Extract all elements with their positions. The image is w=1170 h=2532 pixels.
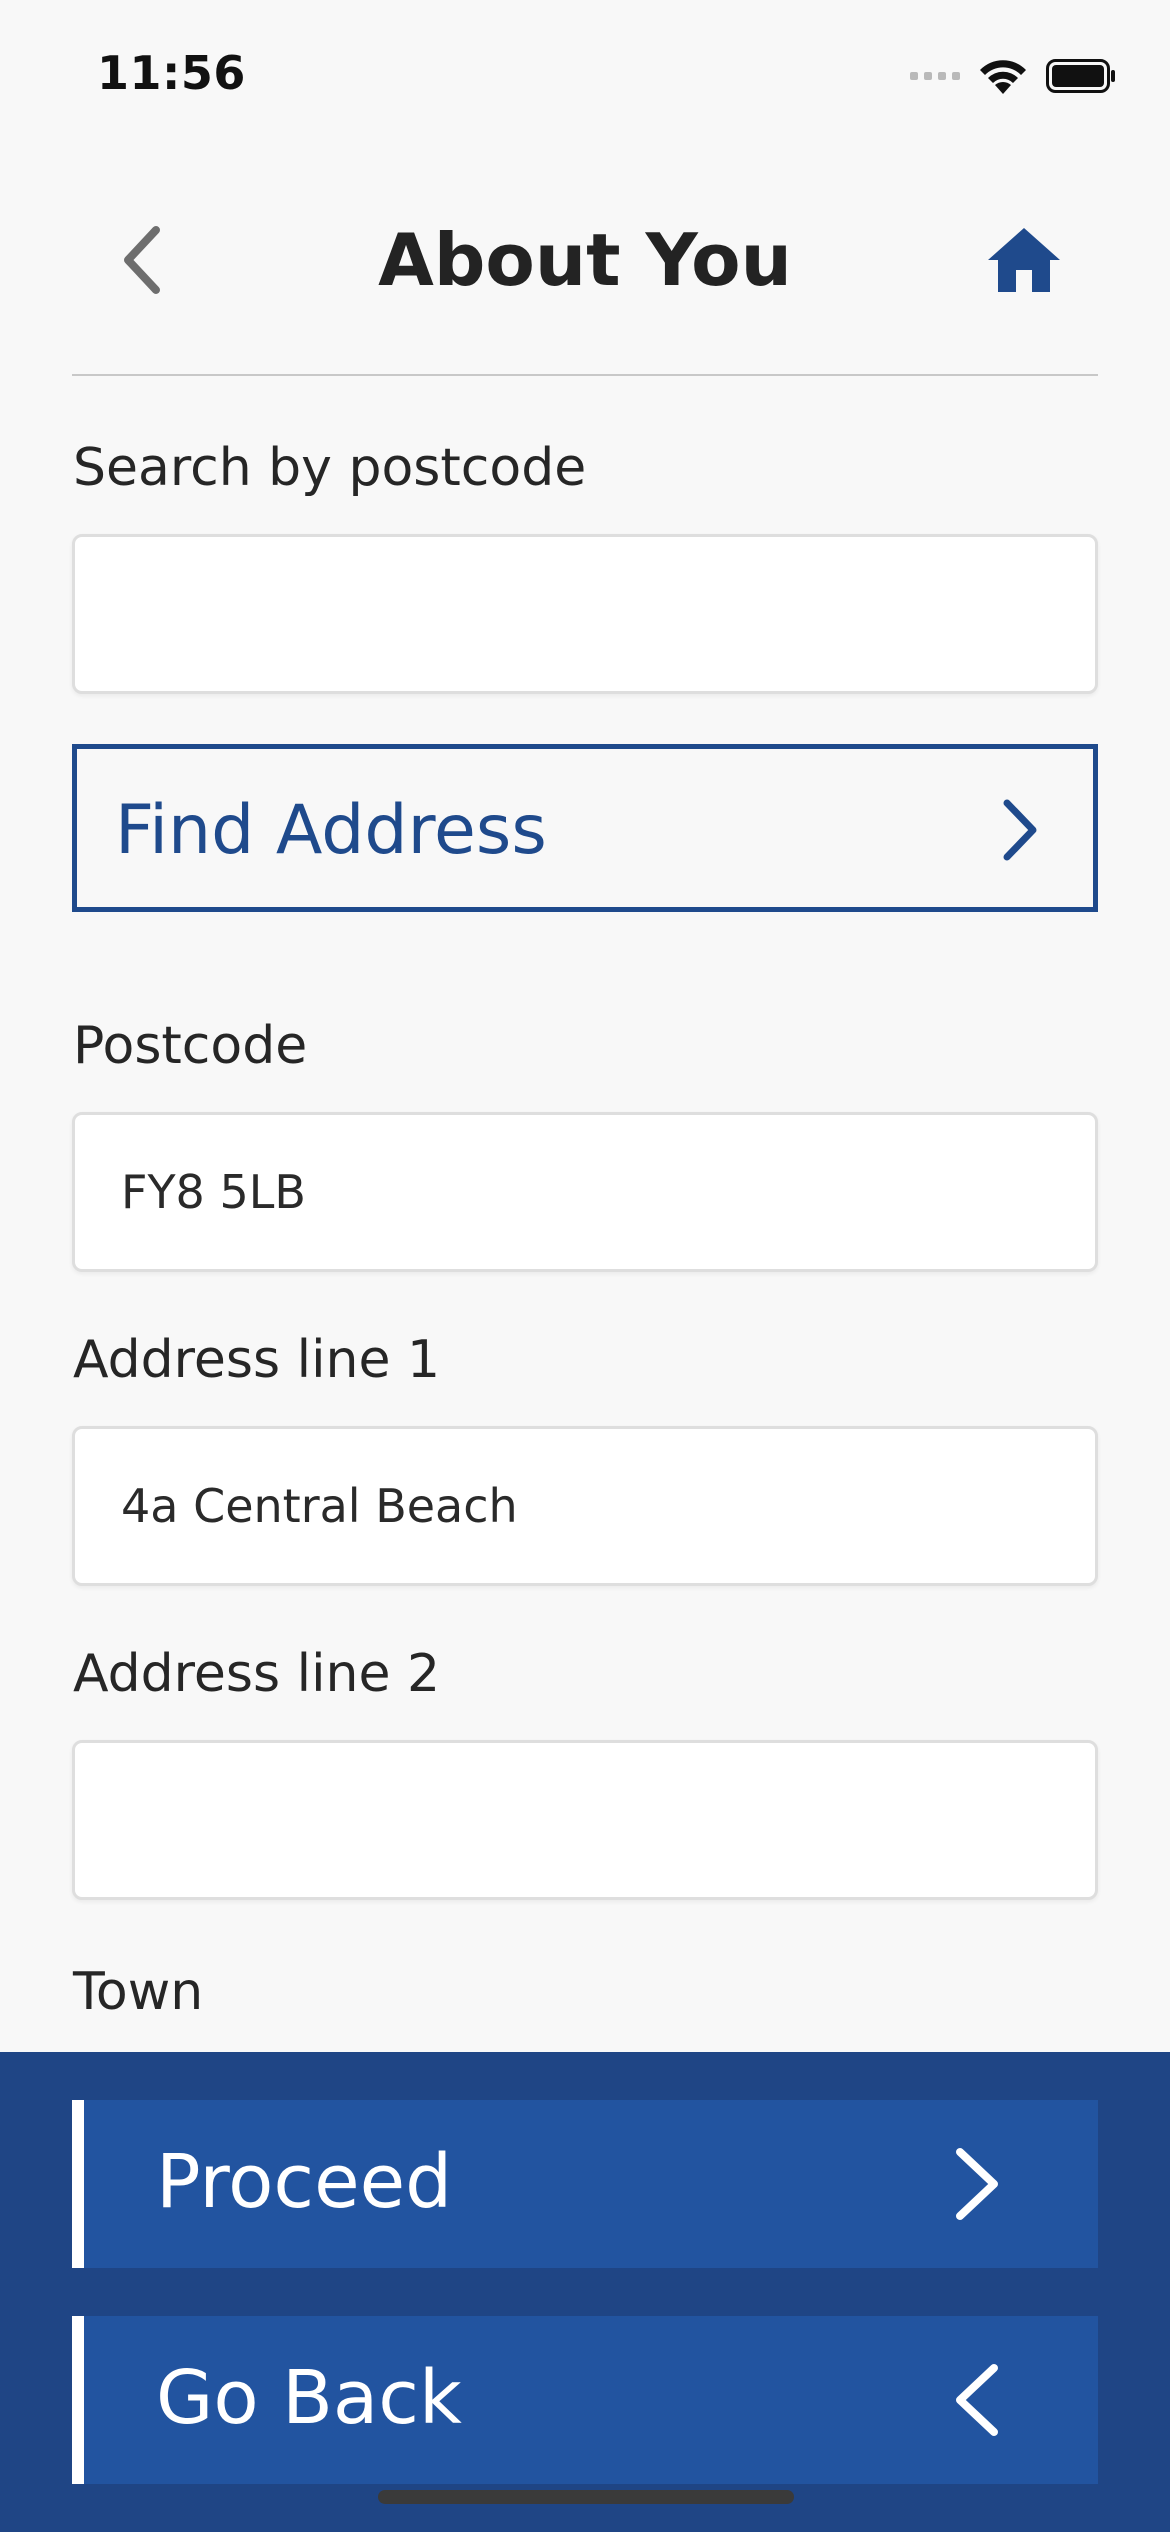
find-address-label: Find Address <box>115 791 547 870</box>
postcode-input[interactable] <box>72 1112 1098 1272</box>
chevron-right-icon <box>956 2148 998 2220</box>
chevron-left-icon <box>956 2364 998 2436</box>
address-line-1-label: Address line 1 <box>73 1330 441 1390</box>
battery-icon <box>1046 59 1115 93</box>
status-time: 11:56 <box>97 46 246 100</box>
search-postcode-label: Search by postcode <box>73 438 587 498</box>
go-back-button[interactable]: Go Back <box>72 2316 1098 2484</box>
header-divider <box>72 374 1098 376</box>
page-header: About You <box>0 180 1170 340</box>
postcode-label: Postcode <box>73 1016 308 1076</box>
home-icon[interactable] <box>986 224 1062 296</box>
address-line-1-input[interactable] <box>72 1426 1098 1586</box>
about-you-screen: 11:56 About You Search by postcode Find … <box>0 0 1170 2532</box>
home-indicator[interactable] <box>378 2490 794 2504</box>
address-line-2-input[interactable] <box>72 1740 1098 1900</box>
search-postcode-input[interactable] <box>72 534 1098 694</box>
status-bar: 11:56 <box>0 0 1170 140</box>
proceed-button[interactable]: Proceed <box>72 2100 1098 2268</box>
proceed-label: Proceed <box>156 2139 453 2225</box>
action-panel: Proceed Go Back <box>0 2052 1170 2532</box>
find-address-button[interactable]: Find Address <box>72 744 1098 912</box>
town-label: Town <box>73 1962 204 2022</box>
status-icons <box>910 56 1116 96</box>
address-line-2-label: Address line 2 <box>73 1644 441 1704</box>
wifi-icon <box>980 60 1026 94</box>
go-back-label: Go Back <box>156 2355 462 2441</box>
cellular-signal-icon <box>910 72 960 80</box>
chevron-right-icon <box>1003 799 1037 861</box>
